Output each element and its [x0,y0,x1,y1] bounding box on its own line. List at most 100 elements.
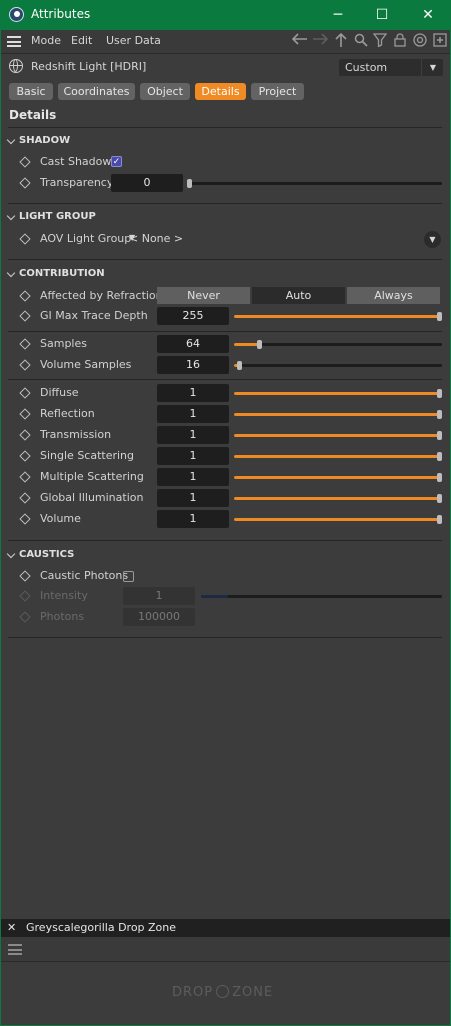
samples-field[interactable]: 64 [157,335,229,353]
search-icon[interactable] [352,33,370,51]
lock-icon[interactable] [391,33,409,51]
keyframe-diamond-icon[interactable] [19,177,31,189]
photons-row: Photons 100000 [1,607,450,627]
keyframe-diamond-icon[interactable] [19,359,31,371]
caustic-photons-row: Caustic Photons [1,566,450,586]
aov-light-group-label: AOV Light Group [40,232,132,245]
aov-light-group-dropdown[interactable]: < None > ▼ [125,230,419,248]
keyframe-diamond-icon[interactable] [19,408,31,420]
multiplier-slider[interactable] [234,431,442,440]
arrow-up-icon[interactable] [332,32,350,52]
keyframe-diamond-icon[interactable] [19,471,31,483]
filter-icon[interactable] [371,33,389,51]
keyframe-diamond-icon[interactable] [19,450,31,462]
multiplier-label: Multiple Scattering [40,470,144,483]
tab-project[interactable]: Project [251,83,304,100]
section-shadow-header[interactable]: SHADOW [19,135,70,146]
tab-details[interactable]: Details [195,83,246,100]
slider-handle[interactable] [437,515,442,524]
gi-max-trace-depth-label: GI Max Trace Depth [40,309,148,322]
intensity-row: Intensity 1 [1,586,450,606]
keyframe-diamond-icon[interactable] [19,233,31,245]
hamburger-menu-icon[interactable] [7,36,21,47]
slider-handle[interactable] [437,312,442,321]
target-icon[interactable] [411,33,429,51]
cast-shadow-checkbox[interactable]: ✓ [111,156,122,167]
slider-handle[interactable] [257,340,262,349]
refraction-option-never[interactable]: Never [157,287,250,304]
menu-edit[interactable]: Edit [71,34,92,47]
refraction-option-always[interactable]: Always [347,287,440,304]
keyframe-diamond-icon[interactable] [19,338,31,350]
menu-user-data[interactable]: User Data [106,34,161,47]
hamburger-menu-icon[interactable] [8,944,22,955]
close-button[interactable]: ✕ [406,0,450,30]
multiplier-field[interactable]: 1 [157,510,229,528]
arrow-right-icon[interactable] [311,33,329,49]
attributes-window: Attributes ─ ☐ ✕ Mode Edit User Data Red… [1,0,450,1025]
refraction-option-auto[interactable]: Auto [252,287,345,304]
multiplier-slider[interactable] [234,515,442,524]
chevron-down-icon[interactable]: ▼ [424,231,441,248]
keyframe-diamond-icon[interactable] [19,310,31,322]
maximize-button[interactable]: ☐ [360,0,404,30]
slider-handle[interactable] [437,473,442,482]
close-icon[interactable]: ✕ [7,921,16,934]
tab-coordinates[interactable]: Coordinates [58,83,135,100]
section-contribution-header[interactable]: CONTRIBUTION [19,268,105,279]
slider-handle[interactable] [187,179,192,188]
keyframe-diamond-icon[interactable] [19,290,31,302]
keyframe-diamond-icon[interactable] [19,387,31,399]
caustic-photons-checkbox[interactable] [123,571,134,582]
multiplier-label: Diffuse [40,386,79,399]
multiplier-slider[interactable] [234,473,442,482]
title-bar[interactable]: Attributes ─ ☐ ✕ [1,0,450,30]
preset-value: Custom [345,61,388,74]
slider-handle[interactable] [437,452,442,461]
transparency-slider[interactable] [187,179,442,188]
arrow-left-icon[interactable] [291,33,309,49]
new-panel-icon[interactable] [431,33,449,51]
keyframe-diamond-icon[interactable] [19,156,31,168]
section-caustics-header[interactable]: CAUSTICS [19,549,74,560]
samples-slider[interactable] [234,340,442,349]
tab-basic[interactable]: Basic [9,83,53,100]
multiplier-row: Single Scattering 1 [1,446,450,466]
multiplier-slider[interactable] [234,410,442,419]
slider-handle[interactable] [437,389,442,398]
multiplier-field[interactable]: 1 [157,468,229,486]
slider-handle[interactable] [237,361,242,370]
keyframe-diamond-icon [19,611,31,623]
multiplier-label: Transmission [40,428,112,441]
affected-by-refraction-label: Affected by Refraction [40,289,163,302]
keyframe-diamond-icon[interactable] [19,429,31,441]
keyframe-diamond-icon[interactable] [19,492,31,504]
gi-max-trace-depth-slider[interactable] [234,312,442,321]
slider-handle[interactable] [437,494,442,503]
preset-dropdown[interactable]: Custom ▼ [339,59,443,76]
multiplier-slider[interactable] [234,389,442,398]
volume-samples-slider[interactable] [234,361,442,370]
dropzone-area[interactable]: DROP ZONE [1,962,450,1025]
window-title: Attributes [31,7,91,21]
slider-handle[interactable] [437,431,442,440]
menu-mode[interactable]: Mode [31,34,61,47]
transparency-field[interactable]: 0 [111,174,183,192]
keyframe-diamond-icon[interactable] [19,570,31,582]
affected-by-refraction-row: Affected by Refraction Never Auto Always [1,286,450,306]
multiplier-field[interactable]: 1 [157,405,229,423]
gi-max-trace-depth-field[interactable]: 255 [157,307,229,325]
multiplier-slider[interactable] [234,494,442,503]
keyframe-diamond-icon[interactable] [19,513,31,525]
multiplier-field[interactable]: 1 [157,489,229,507]
multiplier-field[interactable]: 1 [157,426,229,444]
volume-samples-field[interactable]: 16 [157,356,229,374]
divider [8,331,442,332]
tab-object[interactable]: Object [140,83,190,100]
multiplier-slider[interactable] [234,452,442,461]
multiplier-field[interactable]: 1 [157,447,229,465]
multiplier-field[interactable]: 1 [157,384,229,402]
section-light-group-header[interactable]: LIGHT GROUP [19,211,96,222]
slider-handle[interactable] [437,410,442,419]
minimize-button[interactable]: ─ [316,0,360,30]
